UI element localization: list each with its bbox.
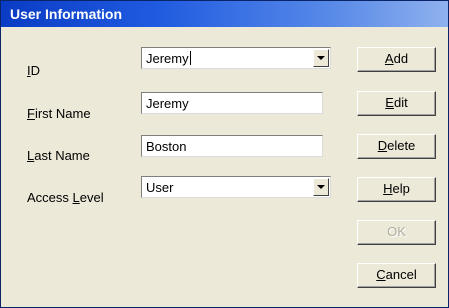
last-name-value: Boston (146, 139, 187, 154)
first-name-label: First Name (27, 106, 91, 121)
text-cursor (189, 51, 191, 65)
edit-button[interactable]: Edit (357, 91, 436, 116)
chevron-down-icon (317, 56, 325, 60)
ok-button[interactable]: OK (357, 220, 436, 245)
delete-button[interactable]: Delete (357, 134, 436, 159)
access-level-dropdown-button[interactable] (313, 178, 329, 196)
window-title: User Information (10, 6, 123, 22)
access-level-label: Access Level (27, 190, 104, 205)
title-bar[interactable]: User Information (1, 1, 448, 27)
id-value: Jeremy (146, 51, 189, 66)
last-name-label: Last Name (27, 148, 90, 163)
access-level-select[interactable]: User (141, 176, 331, 198)
first-name-value: Jeremy (146, 96, 189, 111)
id-label: ID (27, 63, 41, 78)
last-name-input[interactable]: Boston (141, 135, 323, 157)
user-information-dialog: User Information ID First Name Last Name… (0, 0, 449, 308)
cancel-button[interactable]: Cancel (357, 263, 436, 288)
help-button[interactable]: Help (357, 177, 436, 202)
first-name-input[interactable]: Jeremy (141, 92, 323, 114)
id-dropdown-button[interactable] (313, 49, 329, 67)
chevron-down-icon (317, 185, 325, 189)
access-level-value: User (146, 180, 174, 195)
id-combobox[interactable]: Jeremy (141, 47, 331, 69)
add-button[interactable]: Add (357, 47, 436, 72)
